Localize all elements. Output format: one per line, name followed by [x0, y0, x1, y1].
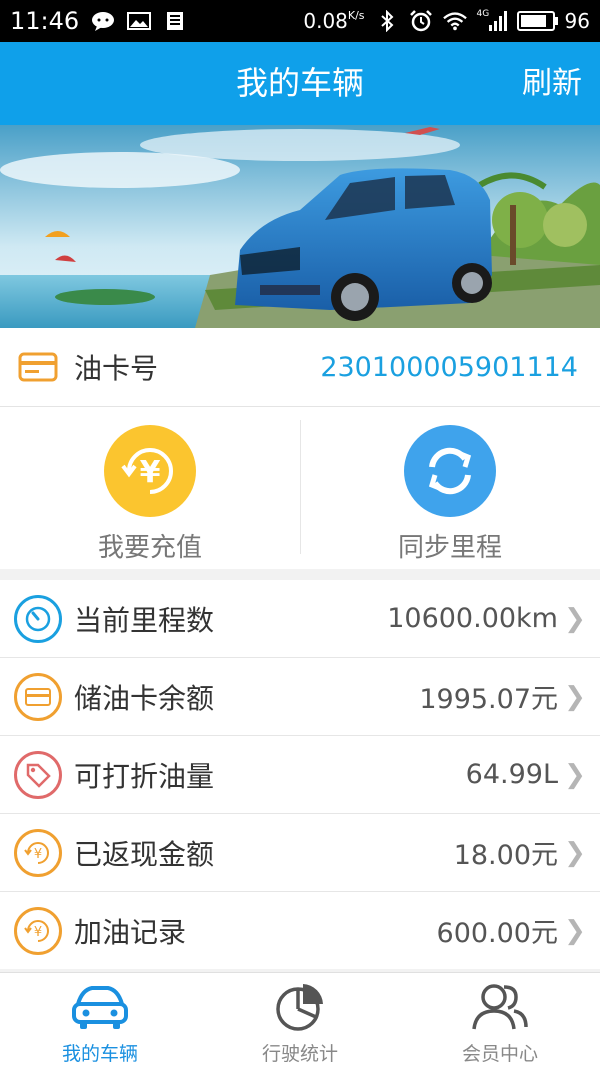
bottom-tab-bar: 我的车辆 行驶统计 会员中心 — [0, 972, 600, 1068]
tab-label: 行驶统计 — [261, 1043, 338, 1065]
battery-level: 96 — [564, 9, 590, 33]
list-item-discount-fuel[interactable]: 可打折油量 64.99L ❯ — [0, 736, 600, 814]
svg-text:¥: ¥ — [140, 455, 161, 490]
alarm-icon — [409, 10, 433, 32]
oil-card-label: 油卡号 — [74, 352, 159, 385]
speedometer-icon — [14, 594, 62, 643]
recharge-button[interactable]: ¥ 我要充值 — [0, 407, 300, 569]
oil-card-row: 油卡号 230100005901114 — [0, 328, 600, 407]
chevron-right-icon: ❯ — [564, 759, 586, 790]
card-icon — [14, 672, 62, 721]
list-item-value: 18.00元 — [453, 840, 558, 871]
net-speed: 0.08K/s — [303, 9, 365, 33]
list-item-value: 1995.07元 — [419, 684, 558, 715]
page-title: 我的车辆 — [235, 64, 364, 102]
wifi-icon — [442, 11, 467, 31]
list-item-card-balance[interactable]: 储油卡余额 1995.07元 ❯ — [0, 658, 600, 736]
app-header: 我的车辆 刷新 — [0, 42, 600, 125]
chevron-right-icon: ❯ — [564, 603, 586, 634]
cashback-icon: ¥ — [14, 828, 62, 877]
sync-mileage-label: 同步里程 — [397, 533, 502, 563]
chevron-right-icon: ❯ — [564, 681, 586, 712]
chevron-right-icon: ❯ — [564, 837, 586, 868]
list-item-mileage[interactable]: 当前里程数 10600.00km ❯ — [0, 580, 600, 658]
recharge-label: 我要充值 — [97, 533, 202, 563]
car-icon — [70, 981, 130, 1033]
signal-icon: 4G — [477, 9, 507, 31]
oil-card-icon — [18, 351, 58, 383]
list-item-label: 已返现金额 — [74, 837, 215, 871]
pie-chart-icon — [274, 981, 326, 1033]
sync-icon — [404, 425, 496, 517]
fuel-record-icon: ¥ — [14, 906, 62, 955]
list-item-label: 可打折油量 — [74, 759, 215, 793]
battery-icon — [516, 11, 558, 31]
list-item-value: 10600.00km — [387, 603, 558, 634]
tab-driving-stats[interactable]: 行驶统计 — [200, 973, 400, 1068]
tab-label: 我的车辆 — [61, 1043, 138, 1065]
members-icon — [470, 981, 530, 1033]
list-item-cashback[interactable]: ¥ 已返现金额 18.00元 ❯ — [0, 814, 600, 892]
svg-text:¥: ¥ — [34, 847, 42, 862]
sync-mileage-button[interactable]: 同步里程 — [300, 407, 600, 569]
banner-image — [0, 125, 600, 328]
action-divider — [300, 420, 301, 554]
list-item-label: 加油记录 — [74, 915, 187, 949]
status-bar: 11:46 0.08K/s 4G 96 — [0, 0, 600, 42]
list-item-value: 600.00元 — [436, 918, 558, 949]
list-item-label: 储油卡余额 — [74, 681, 215, 715]
tag-icon — [14, 750, 62, 799]
tab-my-vehicle[interactable]: 我的车辆 — [0, 973, 200, 1068]
list-item-fuel-records[interactable]: ¥ 加油记录 600.00元 ❯ — [0, 892, 600, 969]
oil-card-number: 230100005901114 — [320, 351, 578, 383]
tab-label: 会员中心 — [461, 1043, 538, 1065]
refresh-button[interactable]: 刷新 — [522, 42, 582, 125]
svg-text:¥: ¥ — [34, 925, 42, 940]
tab-member-center[interactable]: 会员中心 — [400, 973, 600, 1068]
bluetooth-icon — [375, 10, 399, 32]
status-time: 11:46 — [10, 7, 80, 35]
list-item-value: 64.99L — [465, 759, 558, 790]
vehicle-info-list: 当前里程数 10600.00km ❯ 储油卡余额 1995.07元 ❯ 可打折油… — [0, 580, 600, 969]
chat-icon — [91, 11, 115, 31]
list-item-label: 当前里程数 — [74, 603, 215, 637]
image-icon — [127, 11, 152, 31]
yuan-recharge-icon: ¥ — [104, 425, 196, 517]
chevron-right-icon: ❯ — [564, 915, 586, 946]
news-icon — [163, 11, 187, 31]
